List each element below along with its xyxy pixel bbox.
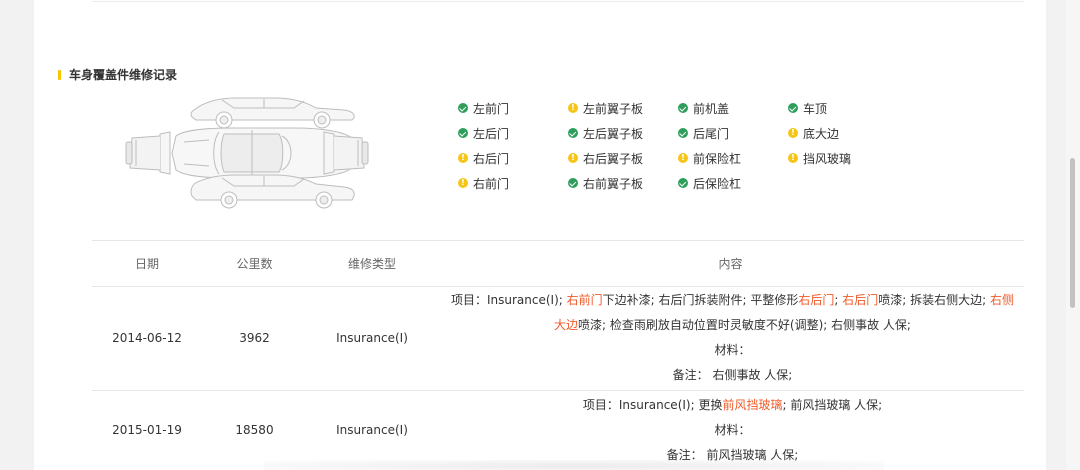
legend-label: 后尾门 [693, 126, 730, 141]
warning-circle-icon [458, 152, 468, 164]
legend-label: 前机盖 [693, 101, 730, 116]
legend-item: 挡风玻璃 [788, 148, 851, 168]
note-line: 备注： 右侧事故 人保; [672, 368, 793, 382]
legend-item: 右前门 [458, 173, 509, 193]
check-circle-icon [678, 178, 688, 188]
warning-circle-icon [678, 152, 688, 164]
legend-label: 右前门 [473, 176, 510, 191]
header-content: 内容 [437, 241, 1024, 287]
cell-content: 项目：Insurance(I); 右前门下边补漆; 右后门拆装附件; 平整修形右… [437, 286, 1024, 391]
check-circle-icon [458, 128, 468, 138]
warning-circle-icon [788, 152, 798, 164]
cell-date: 2014-06-12 [92, 286, 202, 391]
check-circle-icon [458, 103, 468, 113]
legend-item: 车顶 [788, 98, 827, 118]
legend-item: 前机盖 [678, 98, 729, 118]
highlighted-part: 右前门 [566, 293, 603, 307]
table-header-row: 日期 公里数 维修类型 内容 [92, 241, 1024, 287]
legend-item: 左后翼子板 [568, 123, 643, 143]
item-line: 项目：Insurance(I); 右前门下边补漆; 右后门拆装附件; 平整修形右… [449, 288, 1016, 338]
check-circle-icon [568, 178, 578, 188]
header-mileage: 公里数 [202, 241, 307, 287]
cell-mileage: 3962 [202, 286, 307, 391]
highlighted-part: 前风挡玻璃 [722, 397, 783, 412]
legend-item: 左前门 [458, 98, 509, 118]
table-row: 2014-06-12 3962 Insurance(I) 项目：Insuranc… [92, 286, 1024, 391]
car-diagram-icon [125, 97, 369, 209]
legend-item: 前保险杠 [678, 148, 741, 168]
highlighted-part: 右后门 [798, 293, 835, 307]
section-title: 车身覆盖件维修记录 [58, 66, 177, 83]
check-circle-icon [568, 128, 578, 138]
car-side-bottom-view [190, 174, 355, 209]
legend-label: 底大边 [803, 126, 840, 141]
legend-label: 左后翼子板 [583, 126, 644, 141]
warning-circle-icon [568, 152, 578, 164]
legend-label: 左后门 [473, 126, 510, 141]
cell-date: 2015-01-19 [92, 390, 202, 470]
item-text: 项目：Insurance(I); [451, 293, 567, 307]
content-card: 车身覆盖件维修记录 左前门 ! 左前翼子板 前机盖 车顶 左后门 左后翼子板 后… [34, 0, 1046, 470]
table-row: 2015-01-19 18580 Insurance(I) 项目：Insuran… [92, 390, 1024, 470]
legend-label: 左前门 [473, 101, 510, 116]
item-text: 喷漆; 检查雨刷放自动位置时灵敏度不好(调整); 右侧事故 人保; [578, 318, 911, 332]
check-circle-icon [788, 103, 798, 113]
check-circle-icon [678, 103, 688, 113]
legend-label: 右前翼子板 [583, 176, 644, 191]
legend-item: 右后翼子板 [568, 148, 643, 168]
damage-legend: 左前门 左前翼子板 前机盖 车顶左后门 左后翼子板 后尾门 底大边右后门 右后翼子板 前保险杠 挡… [458, 98, 878, 198]
legend-item: 右后门 [458, 148, 509, 168]
cell-type: Insurance(I) [307, 286, 437, 391]
repair-records-table: 日期 公里数 维修类型 内容 2014-06-12 3962 Insurance… [92, 241, 1024, 470]
scrollbar-thumb[interactable] [1070, 158, 1075, 308]
cell-mileage: 18580 [202, 390, 307, 470]
item-text: 项目：Insurance(I); 更换 [582, 397, 723, 412]
legend-item: 左后门 [458, 123, 509, 143]
top-divider [92, 0, 1024, 2]
item-text: 喷漆; 拆装右侧大边; [878, 293, 990, 307]
legend-item: 后保险杠 [678, 173, 741, 193]
scrollbar[interactable] [1066, 0, 1080, 470]
legend-label: 后保险杠 [693, 176, 742, 191]
legend-item: 右前翼子板 [568, 173, 643, 193]
material-line: 材料： [714, 343, 751, 357]
highlighted-part: 右后门 [842, 293, 879, 307]
legend-item: 后尾门 [678, 123, 729, 143]
check-circle-icon [678, 128, 688, 138]
legend-item: 左前翼子板 [568, 98, 643, 118]
legend-label: 前保险杠 [693, 151, 742, 166]
car-front-view [125, 131, 171, 175]
warning-circle-icon [458, 177, 468, 189]
legend-label: 右后门 [473, 151, 510, 166]
title-accent-bar [58, 69, 61, 80]
legend-label: 右后翼子板 [583, 151, 644, 166]
legend-label: 左前翼子板 [583, 101, 644, 116]
bottom-shadow [264, 460, 884, 470]
header-date: 日期 [92, 241, 202, 287]
item-line: 项目：Insurance(I); 更换前风挡玻璃; 前风挡玻璃 人保; [449, 393, 1016, 418]
legend-label: 车顶 [803, 101, 828, 116]
warning-circle-icon [568, 102, 578, 114]
car-rear-view [323, 131, 369, 175]
item-text: 下边补漆; 右后门拆装附件; 平整修形 [602, 293, 799, 307]
material-line: 材料： [714, 422, 751, 437]
car-side-top-view [190, 97, 355, 129]
legend-label: 挡风玻璃 [803, 151, 852, 166]
warning-circle-icon [788, 127, 798, 139]
legend-item: 底大边 [788, 123, 839, 143]
cell-content: 项目：Insurance(I); 更换前风挡玻璃; 前风挡玻璃 人保; 材料： … [437, 390, 1024, 470]
section-title-text: 车身覆盖件维修记录 [69, 68, 178, 82]
header-type: 维修类型 [307, 241, 437, 287]
item-text: ; 前风挡玻璃 人保; [782, 397, 883, 412]
cell-type: Insurance(I) [307, 390, 437, 470]
